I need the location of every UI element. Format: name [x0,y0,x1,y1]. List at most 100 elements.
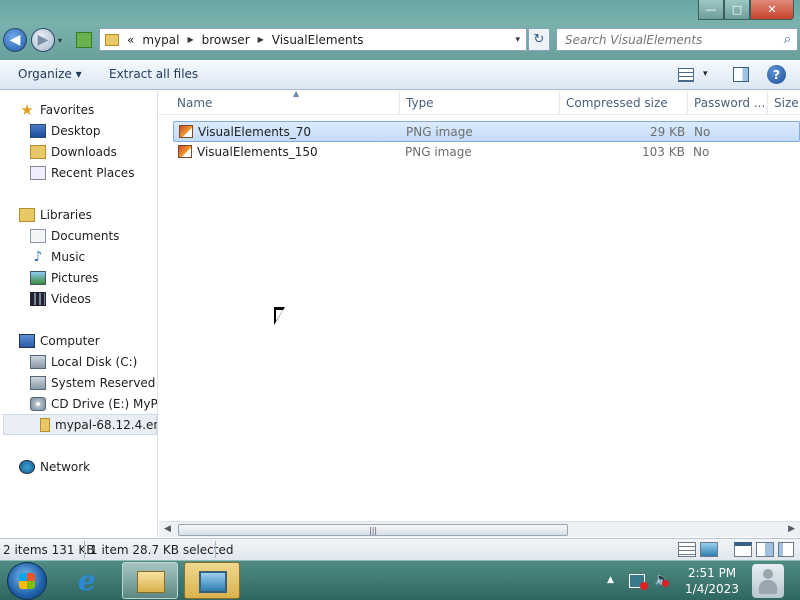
navigation-layout-icon[interactable] [778,542,794,557]
breadcrumb-overflow[interactable]: « [127,33,134,47]
network-error-icon [640,582,648,590]
command-bar: Organize ▾ Extract all files ▾ ? [0,60,800,90]
pane-layout-icon[interactable] [734,542,752,557]
breadcrumb-mypal[interactable]: mypal [142,33,179,47]
organize-button[interactable]: Organize ▾ [18,67,82,81]
file-type: PNG image [406,125,473,139]
sidebar-item-cd-drive[interactable]: CD Drive (E:) MyPal6 [30,393,158,414]
muted-icon [662,580,669,587]
cd-drive-icon [30,396,46,411]
network-icon [19,459,35,474]
taskbar-photo-viewer[interactable] [184,562,240,599]
search-icon[interactable]: ⌕ [784,32,791,47]
user-head [763,569,773,579]
forward-button[interactable]: ▶ [31,28,55,52]
system-clock[interactable]: 2:51 PM 1/4/2023 [684,565,740,597]
column-header-label: Size [774,96,799,110]
music-note-icon: ♪ [33,248,43,265]
refresh-button[interactable]: ↻ [528,28,550,51]
large-icons-view-icon[interactable] [700,542,718,557]
column-header-compressed-size[interactable]: Compressed size [560,91,688,115]
status-selection: 1 item 28.7 KB selected [90,543,234,557]
scroll-right-icon[interactable]: ▶ [788,524,795,534]
scroll-left-icon[interactable]: ◀ [164,524,171,534]
png-image-icon [179,125,193,138]
file-name: VisualElements_70 [198,125,312,139]
breadcrumb-visualelements[interactable]: VisualElements [272,33,364,47]
search-input[interactable] [565,32,765,47]
sidebar-item-videos[interactable]: Videos [30,288,91,309]
sidebar-item-network[interactable]: Network [19,456,90,477]
preview-layout-icon[interactable] [756,542,774,557]
details-view-icon[interactable] [678,68,694,82]
maximize-button[interactable]: □ [724,0,750,20]
file-password: No [693,145,710,159]
star-icon: ★ [20,100,34,119]
scrollbar-thumb[interactable]: ||| [178,524,568,536]
sidebar-item-pictures[interactable]: Pictures [30,267,99,288]
column-header-label: Password ... [694,96,766,110]
breadcrumb-browser[interactable]: browser [202,33,250,47]
horizontal-scrollbar[interactable]: ◀ ||| ▶ [159,521,800,537]
minimize-button[interactable]: — [698,0,724,20]
file-list: Name ▲ Type Compressed size Password ...… [159,91,800,521]
address-bar[interactable]: « mypal ▶ browser ▶ VisualElements ▾ [99,28,527,51]
start-button[interactable] [7,562,47,600]
back-button[interactable]: ◀ [3,28,27,52]
search-box[interactable]: ⌕ [556,28,798,51]
photo-viewer-icon [199,571,227,593]
recent-pages-dropdown[interactable]: ▾ [58,36,62,45]
folder-icon [137,571,165,593]
taskbar: e ▲ 🔈 2:51 PM 1/4/2023 [0,560,800,600]
close-button[interactable]: ✕ [750,0,794,20]
sidebar-item-desktop[interactable]: Desktop [30,120,101,141]
sidebar-item-computer[interactable]: Computer [19,330,100,351]
sidebar-item-label: Local Disk (C:) [51,354,138,369]
explorer-window: — □ ✕ ◀ ▶ ▾ « mypal ▶ browser ▶ VisualEl… [0,0,800,560]
sidebar-item-local-disk[interactable]: Local Disk (C:) [30,351,137,372]
column-header-size[interactable]: Size [768,91,800,115]
column-header-name[interactable]: Name ▲ [171,91,400,115]
downloads-folder-icon [30,144,46,159]
taskbar-windows-explorer[interactable] [122,562,178,599]
sidebar-item-documents[interactable]: Documents [30,225,119,246]
extract-all-button[interactable]: Extract all files [109,67,198,81]
taskbar-internet-explorer[interactable]: e [62,562,118,599]
sidebar-item-mypal-zip[interactable]: mypal-68.12.4.en- [3,414,157,435]
sidebar-item-downloads[interactable]: Downloads [30,141,117,162]
libraries-icon [19,207,35,222]
user-icon[interactable] [752,564,784,598]
file-compressed-size: 29 KB [650,125,686,139]
zip-folder-icon [76,32,92,48]
column-header-password[interactable]: Password ... [688,91,768,115]
details-view-icon[interactable] [678,542,696,557]
sidebar-item-label: Desktop [51,123,101,138]
sidebar-item-music[interactable]: ♪ Music [30,246,86,267]
column-header-label: Type [406,96,434,110]
file-compressed-size: 103 KB [642,145,685,159]
table-row[interactable]: VisualElements_150 PNG image 103 KB No [173,142,800,163]
sidebar-item-favorites[interactable]: ★ Favorites [19,99,94,120]
computer-icon [19,333,35,348]
navigation-pane: ★ Favorites Desktop Downloads Recent Pla… [0,91,158,537]
view-dropdown-icon[interactable]: ▾ [703,69,708,79]
sidebar-item-label: Music [51,249,86,264]
sidebar-item-label: CD Drive (E:) MyPal6 [51,396,158,411]
column-header-type[interactable]: Type [400,91,560,115]
column-header-label: Compressed size [566,96,668,110]
preview-pane-icon[interactable] [733,67,749,82]
help-icon[interactable]: ? [767,65,786,84]
sidebar-item-label: Recent Places [51,165,135,180]
table-row[interactable]: VisualElements_70 PNG image 29 KB No [173,121,800,142]
breadcrumb-separator-icon[interactable]: ▶ [187,35,193,44]
sidebar-item-system-reserved[interactable]: System Reserved (D: [30,372,157,393]
address-dropdown-icon[interactable]: ▾ [515,35,520,45]
show-hidden-icons-icon[interactable]: ▲ [607,575,614,585]
sidebar-item-label: Videos [51,291,91,306]
sidebar-item-recent-places[interactable]: Recent Places [30,162,134,183]
sidebar-item-libraries[interactable]: Libraries [19,204,92,225]
breadcrumb-separator-icon[interactable]: ▶ [258,35,264,44]
file-name: VisualElements_150 [197,145,318,159]
grip-icon: ||| [369,526,378,535]
title-bar[interactable]: — □ ✕ ◀ ▶ ▾ « mypal ▶ browser ▶ VisualEl… [0,0,800,60]
